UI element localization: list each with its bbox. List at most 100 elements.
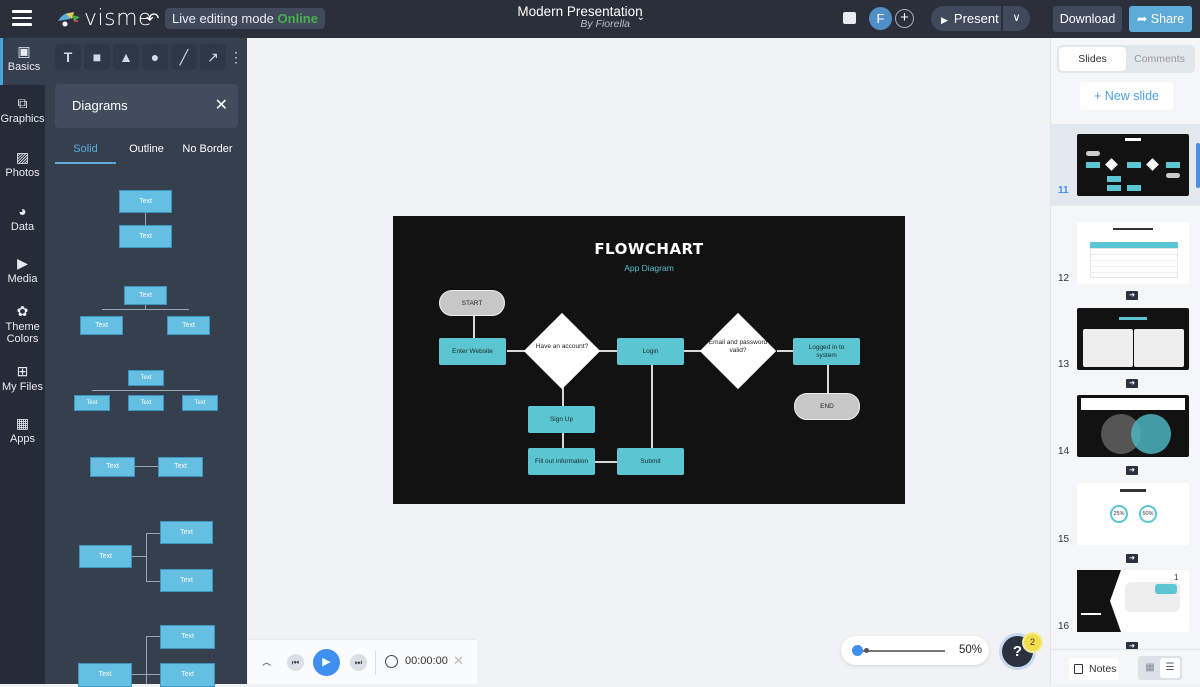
diagram-box: Text xyxy=(167,316,210,335)
previous-icon[interactable]: ⏮ xyxy=(287,654,304,671)
nav-label: Photos xyxy=(5,167,40,179)
node-start[interactable]: START xyxy=(439,290,505,316)
visme-logo[interactable]: visme xyxy=(56,6,152,31)
connector-line xyxy=(562,432,564,448)
close-icon[interactable]: ✕ xyxy=(215,84,228,128)
line-tool-icon[interactable]: ╱ xyxy=(171,44,197,70)
style-tabs: Solid Outline No Border xyxy=(55,138,238,164)
node-end[interactable]: END xyxy=(794,393,860,420)
diagram-box: Text xyxy=(79,545,132,568)
menu-icon[interactable] xyxy=(12,10,32,26)
connector-line xyxy=(777,350,794,352)
transition-icon[interactable]: ➔ xyxy=(1126,466,1138,475)
connector-line xyxy=(135,466,158,467)
present-button[interactable]: ▶ Present xyxy=(931,6,1001,31)
slide-thumb-13[interactable]: 13 ➔ xyxy=(1051,308,1200,390)
text-tool-icon[interactable]: T xyxy=(55,44,81,70)
node-enter-website[interactable]: Enter Website xyxy=(439,338,506,365)
slide-thumb-15[interactable]: 15 25% 50% ➔ xyxy=(1051,483,1200,565)
transition-icon[interactable]: ➔ xyxy=(1126,379,1138,388)
undo-icon[interactable]: ↶ xyxy=(146,9,162,28)
doc-author: By Fiorella xyxy=(580,18,630,30)
chevron-down-icon[interactable]: ⌄ xyxy=(637,12,645,23)
diagram-box: Text xyxy=(119,225,172,248)
present-options-button[interactable]: ∨ xyxy=(1003,6,1030,31)
circle-tool-icon[interactable]: ● xyxy=(142,44,168,70)
slide-thumb-11[interactable]: 11 xyxy=(1051,124,1200,206)
close-icon[interactable]: ✕ xyxy=(453,653,464,669)
node-email-valid: Email and password valid? xyxy=(708,339,768,354)
tab-outline[interactable]: Outline xyxy=(116,138,177,164)
transition-icon[interactable]: ➔ xyxy=(1126,554,1138,563)
next-icon[interactable]: ⏭ xyxy=(350,654,367,671)
preview-shape xyxy=(1127,162,1141,168)
share-icon: ➦ xyxy=(1136,12,1151,26)
slide-canvas[interactable]: FLOWCHART App Diagram START Enter Websit… xyxy=(393,216,905,504)
tab-slides[interactable]: Slides xyxy=(1059,47,1126,71)
notes-button[interactable]: Notes xyxy=(1069,658,1119,680)
tab-solid[interactable]: Solid xyxy=(55,138,116,164)
preview-shape xyxy=(1146,158,1159,171)
nav-data[interactable]: ◕ Data xyxy=(0,203,45,234)
slide-title[interactable]: FLOWCHART xyxy=(393,240,905,258)
comment-icon[interactable] xyxy=(843,12,856,24)
nav-photos[interactable]: ▨ Photos xyxy=(0,150,45,180)
zoom-slider-track[interactable] xyxy=(859,650,945,652)
node-logged-in[interactable]: Logged in to system xyxy=(793,338,860,365)
connector-line xyxy=(146,581,160,582)
node-login[interactable]: Login xyxy=(617,338,684,365)
apps-icon: ▦ xyxy=(15,415,30,431)
node-fill-info[interactable]: Fill out information xyxy=(528,448,595,475)
slide-preview: 25% 50% xyxy=(1077,483,1189,545)
preview-shape xyxy=(1166,162,1180,168)
nav-media[interactable]: ▶ Media xyxy=(0,256,45,286)
slide-preview xyxy=(1077,222,1189,284)
play-button[interactable]: ▶ xyxy=(313,649,340,676)
pie-chart-icon: ◕ xyxy=(18,203,27,219)
add-collaborator-icon[interactable]: + xyxy=(895,9,914,28)
scrollbar[interactable] xyxy=(1196,143,1200,188)
tab-comments[interactable]: Comments xyxy=(1126,47,1193,71)
document-title[interactable]: Modern Presentation By Fiorella ⌄ xyxy=(480,4,680,30)
nav-basics[interactable]: ▣ Basics xyxy=(0,38,45,85)
transition-icon[interactable]: ➔ xyxy=(1126,291,1138,300)
preview-shape xyxy=(1127,185,1141,191)
avatar[interactable]: F xyxy=(869,7,892,30)
slide-thumb-16[interactable]: 16 1 ➔ xyxy=(1051,570,1200,652)
live-label: Live editing mode xyxy=(172,11,274,26)
timer-value[interactable]: 00:00:00 xyxy=(405,655,448,667)
nav-label: Apps xyxy=(9,433,36,445)
download-button[interactable]: Download xyxy=(1053,6,1122,32)
map-badge: 1 xyxy=(1174,573,1179,582)
nav-graphics[interactable]: ⧉ Graphics xyxy=(0,96,45,126)
zoom-slider-handle[interactable] xyxy=(852,645,863,656)
nav-theme-colors[interactable]: ✿ Theme Colors xyxy=(0,304,45,346)
rectangle-tool-icon[interactable]: ■ xyxy=(84,44,110,70)
tab-no-border[interactable]: No Border xyxy=(177,138,238,164)
zoom-value: 50% xyxy=(959,644,983,656)
slide-thumb-12[interactable]: 12 ➔ xyxy=(1051,220,1200,302)
nav-my-files[interactable]: ⊞ My Files xyxy=(0,364,45,394)
decision-shape[interactable] xyxy=(523,312,601,390)
connector-line xyxy=(132,674,160,675)
more-options-icon[interactable]: ⋮ xyxy=(229,44,243,70)
node-submit[interactable]: Submit xyxy=(617,448,684,475)
triangle-tool-icon[interactable]: ▲ xyxy=(113,44,139,70)
slide-preview xyxy=(1077,395,1189,457)
notes-icon xyxy=(1074,664,1083,674)
new-slide-button[interactable]: + New slide xyxy=(1080,82,1173,110)
zoom-control: 50% xyxy=(841,636,989,665)
diagram-box: Text xyxy=(160,625,215,649)
slide-subtitle[interactable]: App Diagram xyxy=(393,263,905,273)
slide-thumb-14[interactable]: 14 ➔ xyxy=(1051,395,1200,477)
list-view-icon[interactable]: ☰ xyxy=(1160,658,1180,678)
node-sign-up[interactable]: Sign Up xyxy=(528,406,595,433)
node-have-account: Have an account? xyxy=(535,343,589,350)
slide-number: 12 xyxy=(1058,273,1070,284)
nav-apps[interactable]: ▦ Apps xyxy=(0,415,45,446)
top-bar: visme ↶ Live editing mode Online Modern … xyxy=(0,0,1200,38)
chevron-up-icon[interactable]: ︿ xyxy=(262,655,271,668)
arrow-tool-icon[interactable]: ↗ xyxy=(200,44,226,70)
share-button[interactable]: ➦ Share xyxy=(1129,6,1192,32)
grid-view-icon[interactable]: ▦ xyxy=(1140,658,1160,678)
